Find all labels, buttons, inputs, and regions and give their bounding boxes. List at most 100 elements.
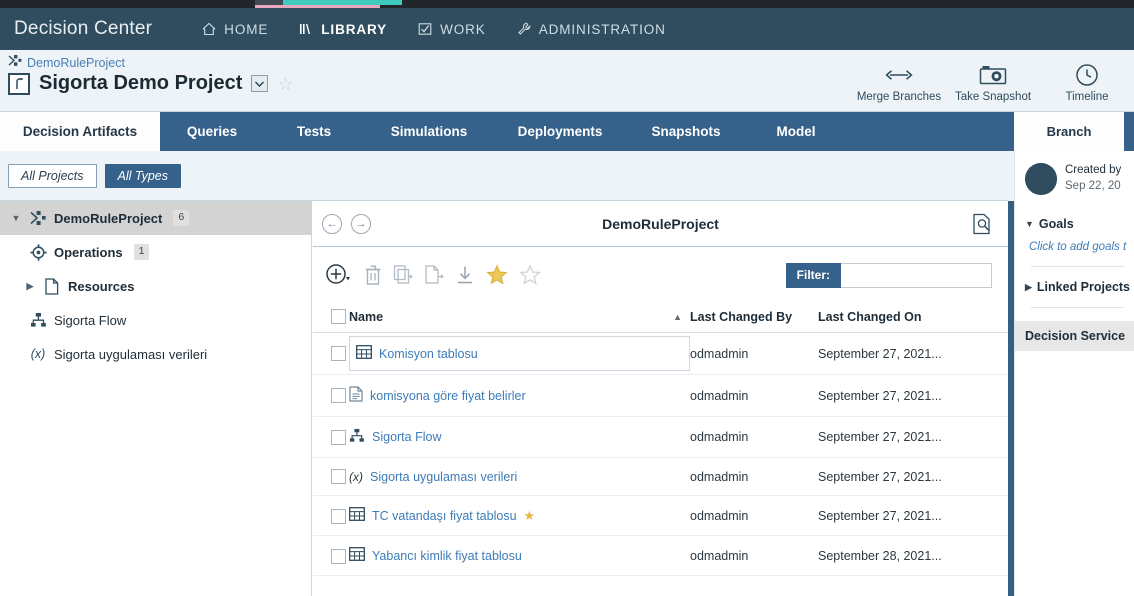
star-outline-icon[interactable]	[519, 264, 541, 286]
row-checkbox[interactable]	[331, 346, 346, 362]
tab-deployments[interactable]: Deployments	[494, 112, 626, 151]
branch-icon	[8, 54, 22, 72]
row-checkbox-cell	[313, 416, 349, 459]
row-checkbox-cell	[313, 374, 349, 418]
row-favorite-star-icon[interactable]: ★	[524, 508, 536, 524]
back-button[interactable]: ←	[322, 213, 342, 234]
camera-icon	[979, 62, 1007, 88]
row-changed-by: odmadmin	[690, 332, 818, 376]
nav-item-work[interactable]: WORK	[402, 8, 501, 50]
row-name-link[interactable]: Komisyon tablosu	[379, 347, 478, 361]
tree-item-sigorta-uygulamasi-verileri-label: Sigorta uygulaması verileri	[54, 346, 208, 362]
download-icon[interactable]	[455, 264, 475, 286]
merge-branches-label: Merge Branches	[856, 91, 942, 103]
decision-center-app: Decision Center HOME LIBRARY WORK ADMINI…	[0, 0, 1134, 596]
select-all-checkbox[interactable]	[331, 309, 346, 325]
decision-service-header[interactable]: Decision Service	[1015, 321, 1134, 351]
row-name-link[interactable]: TC vatandaşı fiyat tablosu	[372, 509, 517, 523]
row-name-content: TC vatandaşı fiyat tablosu ★	[349, 507, 690, 524]
tab-branch-label: Branch	[1046, 124, 1092, 139]
tree-item-resources[interactable]: ▶ Resources	[0, 269, 311, 303]
tree-item-demoruleproject-badge: 6	[173, 210, 190, 226]
document-icon	[42, 277, 62, 295]
trash-icon[interactable]	[364, 264, 382, 286]
twisty-right-icon[interactable]: ▶	[24, 280, 36, 292]
row-name-content: Sigorta Flow	[349, 428, 690, 446]
row-checkbox[interactable]	[331, 388, 346, 404]
nav-item-home[interactable]: HOME	[186, 8, 283, 50]
table-row[interactable]: TC vatandaşı fiyat tablosu ★ odmadmin Se…	[313, 495, 1008, 537]
tree-item-sigorta-flow[interactable]: Sigorta Flow	[0, 303, 311, 337]
row-changed-by: odmadmin	[690, 495, 818, 537]
table-row[interactable]: (x) Sigorta uygulaması verileri odmadmin…	[313, 457, 1008, 497]
created-date: Sep 22, 20	[1065, 179, 1121, 192]
column-header-last-changed-by[interactable]: Last Changed By	[690, 303, 818, 334]
row-changed-by: odmadmin	[690, 374, 818, 418]
table-row[interactable]: Sigorta Flow odmadmin September 27, 2021…	[313, 416, 1008, 459]
tab-decision-artifacts[interactable]: Decision Artifacts	[0, 112, 160, 151]
breadcrumb[interactable]: DemoRuleProject	[8, 54, 125, 72]
artifacts-panel-title: DemoRuleProject	[602, 215, 719, 232]
timeline-label: Timeline	[1065, 91, 1109, 103]
project-title-row: Sigorta Demo Project ☆	[8, 72, 294, 95]
timeline-button[interactable]: Timeline	[1040, 56, 1134, 103]
tab-queries[interactable]: Queries	[160, 112, 264, 151]
tab-tests[interactable]: Tests	[264, 112, 364, 151]
nav-item-work-label: WORK	[440, 21, 486, 37]
copy-icon[interactable]	[393, 264, 413, 286]
row-checkbox-cell	[313, 495, 349, 537]
section-goals[interactable]: ▼ Goals	[1015, 217, 1134, 231]
tree-item-operations[interactable]: Operations 1	[0, 235, 311, 269]
row-name-link[interactable]: Sigorta Flow	[372, 430, 441, 444]
goals-empty-hint[interactable]: Click to add goals t	[1015, 241, 1134, 253]
column-header-last-changed-by-label: Last Changed By	[690, 309, 793, 324]
section-linked-projects[interactable]: ▶ Linked Projects	[1015, 280, 1134, 294]
duplicate-icon[interactable]	[424, 264, 444, 286]
column-header-last-changed-on[interactable]: Last Changed On	[818, 303, 1008, 334]
star-filled-icon[interactable]	[486, 264, 508, 286]
row-name-link[interactable]: komisyona göre fiyat belirler	[370, 389, 526, 403]
row-checkbox[interactable]	[331, 508, 346, 524]
gear-icon	[28, 243, 48, 261]
tree-item-sigorta-uygulamasi-verileri[interactable]: (x) Sigorta uygulaması verileri	[0, 337, 311, 371]
row-checkbox[interactable]	[331, 469, 346, 485]
row-name-link[interactable]: Yabancı kimlik fiyat tablosu	[372, 549, 522, 563]
table-header-row: Name ▲ Last Changed By Last Changed On	[313, 303, 1008, 334]
filter-input[interactable]	[841, 262, 992, 288]
tab-model[interactable]: Model	[746, 112, 846, 151]
favorite-star-icon[interactable]: ☆	[277, 75, 293, 93]
forward-button[interactable]: →	[351, 213, 371, 234]
row-name-link[interactable]: Sigorta uygulaması verileri	[370, 470, 517, 484]
nav-item-administration[interactable]: ADMINISTRATION	[501, 8, 681, 50]
table-row[interactable]: Yabancı kimlik fiyat tablosu odmadmin Se…	[313, 535, 1008, 577]
chevron-down-icon[interactable]	[251, 75, 269, 92]
tab-simulations[interactable]: Simulations	[364, 112, 494, 151]
twisty-down-icon[interactable]: ▼	[10, 212, 22, 224]
tab-queries-label: Queries	[186, 124, 238, 139]
table-row[interactable]: komisyona göre fiyat belirler odmadmin S…	[313, 374, 1008, 418]
row-checkbox[interactable]	[331, 429, 346, 445]
table-icon	[356, 345, 372, 362]
row-checkbox[interactable]	[331, 548, 346, 564]
wrench-icon	[516, 21, 532, 37]
take-snapshot-button[interactable]: Take Snapshot	[946, 56, 1040, 103]
tree-item-demoruleproject[interactable]: ▼ DemoRuleProject 6	[0, 201, 311, 235]
browser-top-strip	[0, 0, 1134, 8]
chip-all-projects-label: All Projects	[21, 168, 84, 183]
tab-branch[interactable]: Branch	[1014, 112, 1124, 151]
main-navbar: Decision Center HOME LIBRARY WORK ADMINI…	[0, 0, 1134, 50]
tab-snapshots-label: Snapshots	[651, 124, 721, 139]
add-circle-dropdown-icon[interactable]	[325, 263, 353, 287]
nav-item-library[interactable]: LIBRARY	[283, 0, 402, 50]
merge-branches-button[interactable]: Merge Branches	[852, 56, 946, 103]
column-header-name[interactable]: Name ▲	[349, 303, 690, 334]
table-row[interactable]: Komisyon tablosu odmadmin September 27, …	[313, 332, 1008, 376]
chip-all-projects[interactable]: All Projects	[8, 163, 97, 188]
sort-ascending-icon: ▲	[673, 312, 682, 322]
column-header-last-changed-on-label: Last Changed On	[818, 309, 922, 324]
chip-all-types[interactable]: All Types	[104, 163, 182, 188]
tab-snapshots[interactable]: Snapshots	[626, 112, 746, 151]
document-search-icon[interactable]	[972, 213, 992, 235]
tab-deployments-label: Deployments	[517, 124, 603, 139]
home-icon	[201, 21, 217, 37]
